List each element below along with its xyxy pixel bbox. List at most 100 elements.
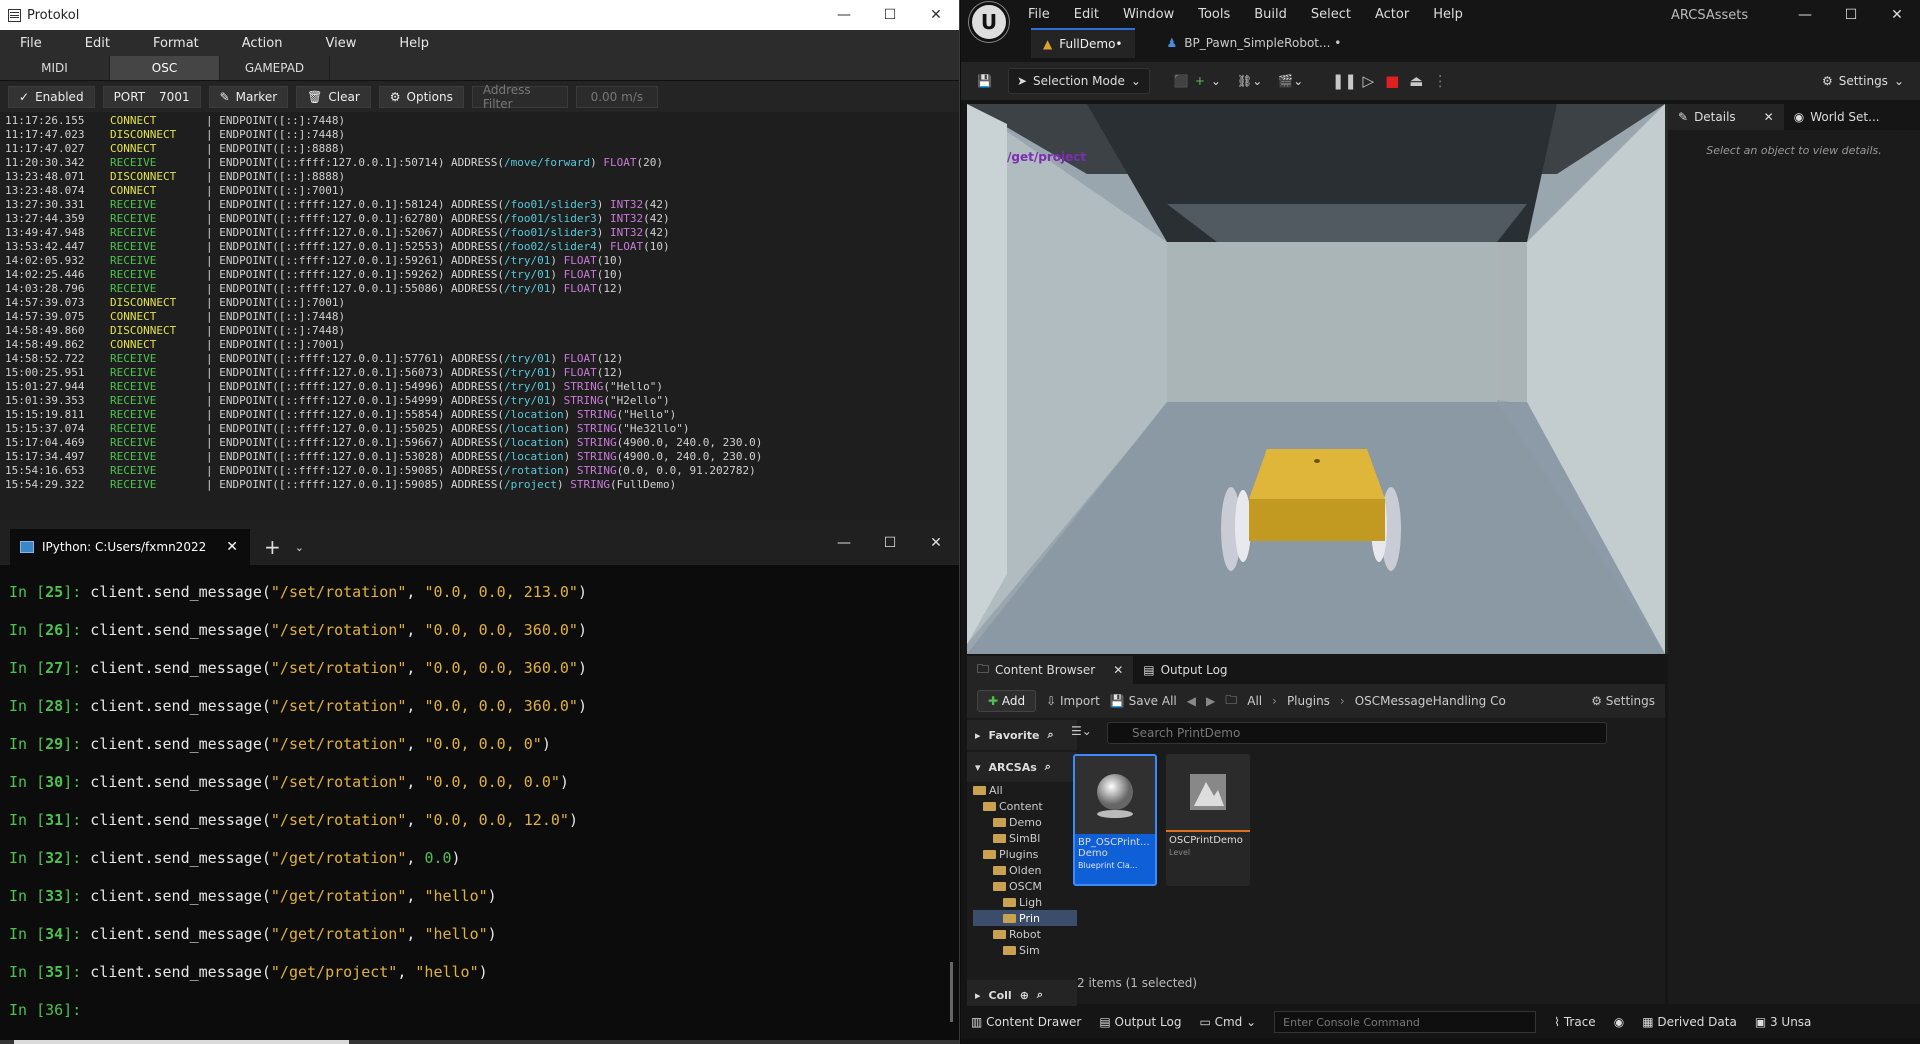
menu-file[interactable]: File — [0, 36, 65, 51]
minimize-icon[interactable]: — — [821, 528, 867, 558]
folder-tree-item[interactable]: Demo — [973, 814, 1077, 830]
tab-osc[interactable]: OSC — [110, 56, 220, 80]
marker-button[interactable]: ✎ Marker — [208, 85, 289, 108]
record-icon[interactable]: ◉ — [1614, 1015, 1624, 1029]
trace-button[interactable]: ⌇ Trace — [1554, 1015, 1596, 1029]
terminal-scrollbar[interactable] — [950, 962, 953, 1022]
ue-menu-window[interactable]: Window — [1123, 7, 1174, 22]
folder-tree-item[interactable]: Plugins — [973, 846, 1077, 862]
arcs-section[interactable]: ▾ ARCSAs ⌕ — [967, 752, 1077, 782]
menu-action[interactable]: Action — [222, 36, 306, 51]
menu-format[interactable]: Format — [133, 36, 222, 51]
chevron-down-icon[interactable]: ⌄ — [295, 529, 304, 565]
menu-view[interactable]: View — [305, 36, 379, 51]
maximize-icon[interactable]: ☐ — [867, 0, 913, 30]
folder-tree-item[interactable]: Content — [973, 798, 1077, 814]
minimize-icon[interactable]: — — [821, 0, 867, 30]
ue-menu-actor[interactable]: Actor — [1375, 7, 1409, 22]
back-icon[interactable]: ◀ — [1187, 694, 1196, 708]
stop-icon[interactable]: ■ — [1381, 70, 1403, 92]
add-collection-icon[interactable]: ⊕ — [1020, 989, 1029, 1002]
maximize-icon[interactable]: ☐ — [1828, 0, 1874, 30]
terminal-tab[interactable]: IPython: C:Users/fxmn2022 ✕ — [10, 529, 250, 565]
save-icon[interactable]: 💾 — [969, 68, 1000, 94]
folder-tree-item[interactable]: Sim — [973, 942, 1077, 958]
favorites-section[interactable]: ▸ Favorite ⌕ — [967, 720, 1077, 750]
close-tab-icon[interactable]: ✕ — [226, 539, 238, 555]
ue-menu-tools[interactable]: Tools — [1198, 7, 1230, 22]
clear-button[interactable]: 🗑 Clear — [296, 85, 371, 108]
log-event: RECEIVE — [110, 254, 157, 267]
unreal-logo-icon[interactable]: U — [969, 2, 1009, 42]
pause-icon[interactable]: ❚❚ — [1332, 70, 1357, 92]
ue-menu-help[interactable]: Help — [1433, 7, 1463, 22]
address-filter-input[interactable]: Address Filter — [471, 83, 568, 111]
add-button[interactable]: ✚ Add — [977, 690, 1037, 712]
eject-icon[interactable]: ⏏ — [1405, 70, 1427, 92]
folder-tree-item[interactable]: SimBl — [973, 830, 1077, 846]
folder-tree-item[interactable]: Ligh — [973, 894, 1077, 910]
tab-midi[interactable]: MIDI — [0, 56, 110, 80]
ue-menu-select[interactable]: Select — [1311, 7, 1351, 22]
folder-tree-item[interactable]: All — [973, 782, 1077, 798]
port-field[interactable]: PORT 7001 — [102, 85, 201, 108]
minimize-icon[interactable]: — — [1782, 0, 1828, 30]
tab-output-log[interactable]: ▤ Output Log — [1133, 656, 1237, 684]
blueprint-icon[interactable]: ⛓⌄ — [1229, 68, 1270, 94]
more-options-icon[interactable]: ⋮ — [1429, 70, 1451, 92]
terminal-output[interactable]: In [25]: client.send_message("/set/rotat… — [0, 565, 959, 1039]
folder-tree-item[interactable]: Prin — [973, 910, 1077, 926]
unsaved-button[interactable]: ▣ 3 Unsa — [1755, 1015, 1812, 1029]
import-button[interactable]: ⇩ Import — [1046, 694, 1100, 708]
cinematics-icon[interactable]: 🎬⌄ — [1270, 68, 1311, 94]
close-tab-icon[interactable]: ✕ — [1764, 110, 1774, 124]
folder-tree-item[interactable]: Olden — [973, 862, 1077, 878]
crumb-plugins[interactable]: Plugins — [1287, 694, 1330, 708]
new-tab-icon[interactable]: + — [264, 529, 281, 565]
enabled-toggle[interactable]: ✓ Enabled — [8, 85, 95, 108]
save-all-button[interactable]: 💾 Save All — [1110, 694, 1177, 708]
options-button[interactable]: ⚙ Options — [378, 85, 464, 108]
content-drawer-button[interactable]: ▥ Content Drawer — [971, 1015, 1081, 1029]
search-icon[interactable]: ⌕ — [1045, 760, 1051, 774]
filter-icon[interactable]: ☰⌄ — [1071, 724, 1092, 738]
tab-gamepad[interactable]: GAMEPAD — [220, 56, 330, 80]
ue-menu-edit[interactable]: Edit — [1074, 7, 1099, 22]
cb-settings-button[interactable]: ⚙ Settings — [1591, 694, 1655, 708]
close-icon[interactable]: ✕ — [913, 528, 959, 558]
folder-tree-item[interactable]: OSCM — [973, 878, 1077, 894]
menu-help[interactable]: Help — [379, 36, 452, 51]
asset-tile-bp[interactable]: BP_OSCPrint... Demo Blueprint Cla... — [1073, 754, 1157, 886]
crumb-all[interactable]: All — [1247, 694, 1262, 708]
forward-icon[interactable]: ▶ — [1206, 694, 1215, 708]
close-icon[interactable]: ✕ — [1874, 0, 1920, 30]
menu-edit[interactable]: Edit — [65, 36, 133, 51]
tab-details[interactable]: ✎ Details ✕ — [1668, 104, 1784, 130]
asset-search-input[interactable]: Search PrintDemo — [1107, 722, 1607, 744]
ue-menu-file[interactable]: File — [1028, 7, 1050, 22]
maximize-icon[interactable]: ☐ — [867, 528, 913, 558]
cmd-dropdown[interactable]: ▭ Cmd ⌄ — [1199, 1015, 1256, 1029]
search-icon[interactable]: ⌕ — [1047, 728, 1053, 742]
frame-skip-icon[interactable]: ▷ — [1357, 70, 1379, 92]
ue-menu-build[interactable]: Build — [1254, 7, 1287, 22]
console-input[interactable]: Enter Console Command — [1274, 1011, 1537, 1033]
derived-data-button[interactable]: ▦ Derived Data — [1642, 1015, 1737, 1029]
tab-world-settings[interactable]: ◉ World Set... — [1784, 104, 1890, 130]
tab-fulldemo[interactable]: ▲ FullDemo• — [1031, 28, 1135, 58]
close-icon[interactable]: ✕ — [913, 0, 959, 30]
add-actor-icon[interactable]: ⬛ + ⌄ — [1166, 68, 1229, 94]
asset-tile-level[interactable]: OSCPrintDemo Level — [1166, 754, 1250, 886]
folder-tree-item[interactable]: Robot — [973, 926, 1077, 942]
output-log-button[interactable]: ▤ Output Log — [1099, 1015, 1181, 1029]
ipython-prompt[interactable]: In [36]: — [9, 1001, 959, 1039]
selection-mode-dropdown[interactable]: ➤ Selection Mode ⌄ — [1007, 68, 1150, 94]
check-icon: ✓ — [19, 89, 30, 104]
settings-dropdown[interactable]: ⚙ Settings ⌄ — [1814, 68, 1912, 94]
tab-bp-pawn[interactable]: ♟ BP_Pawn_SimpleRobot... • — [1155, 28, 1354, 58]
search-icon[interactable]: ⌕ — [1037, 988, 1043, 1002]
crumb-oscmessagehandling[interactable]: OSCMessageHandling Co — [1355, 694, 1506, 708]
level-viewport[interactable]: /get/project — [967, 104, 1665, 654]
tab-content-browser[interactable]: 🗀 Content Browser ✕ — [967, 656, 1134, 684]
close-tab-icon[interactable]: ✕ — [1113, 663, 1123, 677]
